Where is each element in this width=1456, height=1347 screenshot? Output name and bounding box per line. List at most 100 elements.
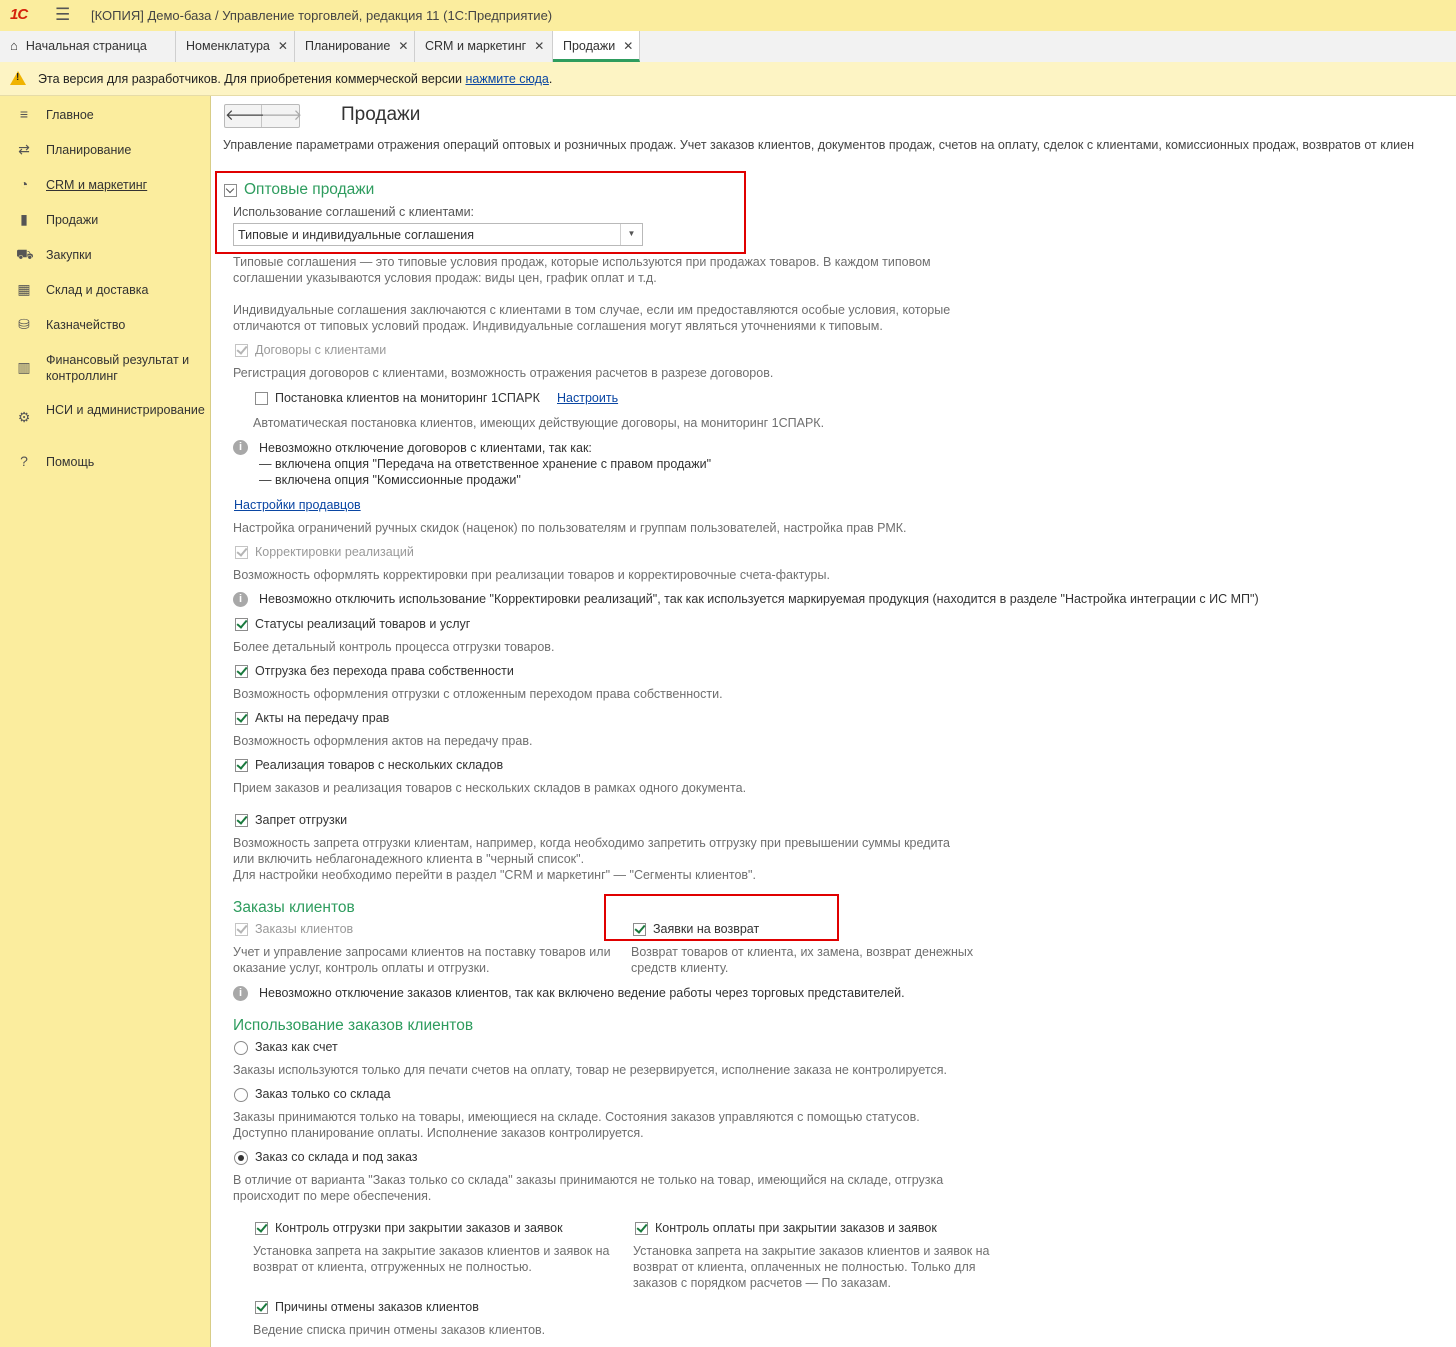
- shipment-ban-label: Запрет отгрузки: [255, 813, 348, 827]
- spark-configure-link[interactable]: Настроить: [557, 391, 618, 405]
- shipment-without-ownership-checkbox[interactable]: [235, 665, 248, 678]
- sidebar-item-label: Финансовый результат и контроллинг: [46, 353, 190, 383]
- order-as-invoice-label: Заказ как счет: [255, 1040, 338, 1054]
- corrections-hint: Возможность оформлять корректировки при …: [233, 568, 830, 582]
- shipment-ban-checkbox[interactable]: [235, 814, 248, 827]
- tab-sales[interactable]: Продажи ✕: [553, 31, 640, 62]
- sidebar-item-main[interactable]: ≡ Главное: [0, 106, 210, 126]
- cancel-reasons-checkbox[interactable]: [255, 1301, 268, 1314]
- title-bar: 1С ☰ [КОПИЯ] Демо-база / Управление торг…: [0, 0, 1456, 32]
- section-heading-orders: Заказы клиентов: [233, 899, 355, 916]
- tab-label: Начальная страница: [25, 39, 147, 53]
- sellers-hint: Настройка ограничений ручных скидок (нац…: [233, 521, 907, 535]
- page-title: Продажи: [341, 104, 421, 125]
- help-icon: ?: [20, 453, 28, 469]
- sidebar-item-label: Главное: [46, 108, 94, 122]
- info-icon: i: [233, 986, 248, 1001]
- client-orders-hint-2: оказание услуг, контроль оплаты и отгруз…: [233, 961, 490, 975]
- individual-agreements-hint-2: отличаются от типовых условий продаж. Ин…: [233, 319, 883, 333]
- contracts-label: Договоры с клиентами: [255, 343, 387, 357]
- typical-agreements-hint-2: соглашении указываются условия продаж: в…: [233, 271, 657, 285]
- rights-acts-checkbox[interactable]: [235, 712, 248, 725]
- close-icon[interactable]: ✕: [398, 39, 408, 53]
- section-heading-orders-usage: Использование заказов клиентов: [233, 1017, 474, 1034]
- warning-suffix: .: [548, 72, 553, 86]
- tab-label: Планирование: [305, 39, 391, 53]
- payment-control-hint-3: заказов с порядком расчетов — По заказам…: [633, 1276, 891, 1290]
- order-from-stock-hint-1: Заказы принимаются только на товары, име…: [233, 1110, 920, 1124]
- close-icon[interactable]: ✕: [623, 39, 633, 53]
- multi-warehouse-checkbox[interactable]: [235, 759, 248, 772]
- app-logo[interactable]: 1С: [10, 6, 28, 23]
- page-description: Управление параметрами отражения операци…: [223, 138, 1414, 152]
- list-icon: ≡: [19, 106, 29, 122]
- client-orders-hint-1: Учет и управление запросами клиентов на …: [233, 945, 611, 959]
- highlight-frame: [604, 894, 839, 941]
- sidebar-item-treasury[interactable]: ⛁ Казначейство: [0, 316, 210, 336]
- statuses-checkbox[interactable]: [235, 618, 248, 631]
- sidebar-item-planning[interactable]: ⇄ Планирование: [0, 141, 210, 161]
- payment-control-checkbox[interactable]: [635, 1222, 648, 1235]
- order-stock-and-backorder-hint-1: В отличие от варианта "Заказ только со с…: [233, 1173, 944, 1187]
- rights-acts-hint: Возможность оформления актов на передачу…: [233, 734, 533, 748]
- sidebar-item-warehouse[interactable]: ▦ Склад и доставка: [0, 281, 210, 301]
- tab-crm[interactable]: CRM и маркетинг ✕: [415, 31, 553, 62]
- spark-hint: Автоматическая постановка клиентов, имею…: [253, 416, 825, 430]
- info-icon: i: [233, 592, 248, 607]
- orders-info: Невозможно отключение заказов клиентов, …: [259, 986, 905, 1000]
- contracts-hint: Регистрация договоров с клиентами, возмо…: [233, 366, 774, 380]
- sidebar-item-label: Склад и доставка: [46, 283, 149, 297]
- contracts-info-line-1: Невозможно отключение договоров с клиент…: [259, 441, 592, 455]
- spark-monitoring-checkbox[interactable]: [255, 392, 268, 405]
- warehouse-icon: ▦: [17, 281, 31, 297]
- info-icon: i: [233, 440, 248, 455]
- history-navigation: 🡐 🡒: [224, 104, 302, 128]
- order-stock-and-backorder-radio[interactable]: [234, 1151, 248, 1165]
- hamburger-menu-icon[interactable]: ☰: [55, 5, 70, 25]
- sellers-settings-link[interactable]: Настройки продавцов: [234, 498, 361, 512]
- warning-message: Эта версия для разработчиков. Для приобр…: [38, 72, 466, 86]
- back-arrow-icon[interactable]: 🡐: [225, 105, 265, 127]
- shipment-ban-hint-1: Возможность запрета отгрузки клиентам, н…: [233, 836, 950, 850]
- close-icon[interactable]: ✕: [534, 39, 544, 53]
- corrections-checkbox[interactable]: [235, 546, 248, 559]
- buy-license-link[interactable]: нажмите сюда: [465, 72, 548, 86]
- order-as-invoice-hint: Заказы используются только для печати сч…: [233, 1063, 947, 1077]
- sidebar-item-crm[interactable]: ◔ CRM и маркетинг: [0, 176, 210, 196]
- bar-chart-icon: ▥: [17, 359, 31, 375]
- sidebar-item-finance[interactable]: ▥ Финансовый результат и контроллинг: [0, 351, 210, 387]
- contracts-checkbox[interactable]: [235, 344, 248, 357]
- forward-arrow-icon[interactable]: 🡒: [262, 105, 302, 127]
- return-requests-hint-1: Возврат товаров от клиента, их замена, в…: [631, 945, 974, 959]
- tab-label: Номенклатура: [186, 39, 270, 53]
- cart-icon: ⛟: [16, 246, 34, 262]
- sidebar-item-help[interactable]: ? Помощь: [0, 453, 210, 473]
- order-as-invoice-radio[interactable]: [234, 1041, 248, 1055]
- sidebar-item-label: CRM и маркетинг: [46, 178, 148, 192]
- shipment-control-hint-2: возврат от клиента, отгруженных не полно…: [253, 1260, 532, 1274]
- tab-home[interactable]: ⌂ Начальная страница: [0, 31, 176, 62]
- sidebar-item-label: Планирование: [46, 143, 132, 157]
- sidebar-item-label: Продажи: [46, 213, 99, 227]
- tab-planning[interactable]: Планирование ✕: [295, 31, 415, 62]
- typical-agreements-hint-1: Типовые соглашения — это типовые условия…: [233, 255, 931, 269]
- developer-warning-bar: ! Эта версия для разработчиков. Для прио…: [0, 62, 1456, 96]
- cancel-reasons-label: Причины отмены заказов клиентов: [275, 1300, 479, 1314]
- window-title: [КОПИЯ] Демо-база / Управление торговлей…: [91, 8, 553, 23]
- sidebar-item-sales[interactable]: ▮ Продажи: [0, 211, 210, 231]
- coins-icon: ⛁: [18, 316, 30, 332]
- close-icon[interactable]: ✕: [278, 39, 288, 53]
- payment-control-hint-2: возврат от клиента, оплаченных не полнос…: [633, 1260, 976, 1274]
- corrections-label: Корректировки реализаций: [255, 545, 414, 559]
- gear-icon: ⚙: [17, 409, 31, 425]
- corrections-info: Невозможно отключить использование "Корр…: [259, 592, 1259, 606]
- sidebar-item-label: Закупки: [46, 248, 92, 262]
- tab-nomenclature[interactable]: Номенклатура ✕: [176, 31, 295, 62]
- spark-monitoring-label: Постановка клиентов на мониторинг 1СПАРК: [275, 391, 540, 405]
- shipment-control-checkbox[interactable]: [255, 1222, 268, 1235]
- home-icon: ⌂: [10, 38, 18, 53]
- client-orders-checkbox[interactable]: [235, 923, 248, 936]
- sidebar-item-admin[interactable]: ⚙ НСИ и администрирование: [0, 401, 210, 437]
- sidebar-item-purchases[interactable]: ⛟ Закупки: [0, 246, 210, 266]
- order-from-stock-radio[interactable]: [234, 1088, 248, 1102]
